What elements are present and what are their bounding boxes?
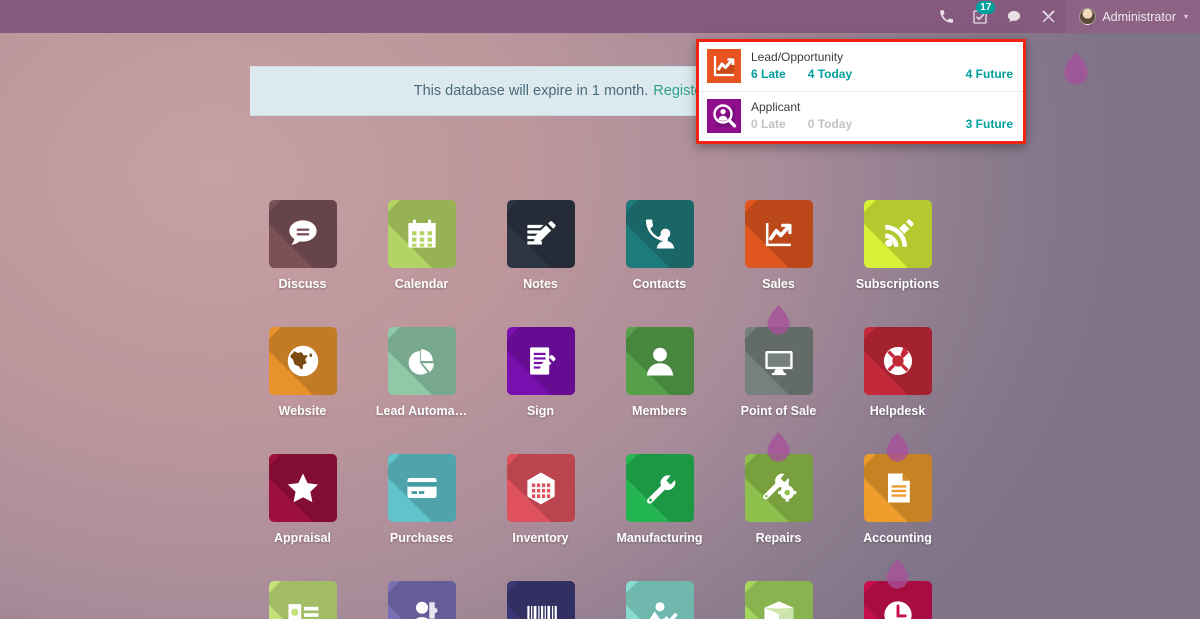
activity-dropdown-menu: Lead/Opportunity 6 Late 4 Today 4 Future…	[696, 39, 1026, 144]
activity-future-count[interactable]: 4 Future	[966, 67, 1013, 81]
app-label: Sales	[762, 277, 795, 291]
app-label: Contacts	[632, 277, 687, 291]
notes-icon	[506, 200, 575, 268]
user-menu[interactable]: Administrator ▾	[1065, 0, 1200, 33]
activities-badge: 17	[976, 1, 996, 14]
app-tile-website[interactable]: Website	[243, 327, 362, 454]
systray-icons: 17 Administrator ▾	[929, 0, 1200, 33]
activity-future-count[interactable]: 3 Future	[966, 117, 1013, 131]
expenses-icon	[268, 581, 337, 619]
app-tile-recruitment[interactable]	[362, 581, 481, 619]
activity-today-count[interactable]: 0 Today	[808, 117, 852, 131]
app-tile-notes[interactable]: Notes	[481, 200, 600, 327]
app-label: Website	[278, 404, 327, 418]
recruitment-icon	[387, 581, 456, 619]
lead-chart-icon	[707, 49, 741, 83]
background-drop-shape	[1064, 52, 1088, 85]
app-label: Accounting	[863, 531, 932, 545]
app-tile-appraisal[interactable]: Appraisal	[243, 454, 362, 581]
subscriptions-icon	[863, 200, 932, 268]
helpdesk-icon	[863, 327, 932, 395]
app-tile-sign[interactable]: Sign	[481, 327, 600, 454]
app-label: Members	[632, 404, 687, 418]
app-tile-members[interactable]: Members	[600, 327, 719, 454]
app-label: Discuss	[278, 277, 327, 291]
app-tile-timesheets[interactable]	[838, 559, 957, 619]
top-navbar: 17 Administrator ▾	[0, 0, 1200, 33]
app-label: Inventory	[512, 531, 569, 545]
app-label: Calendar	[394, 277, 449, 291]
app-tile-inventory[interactable]: Inventory	[481, 454, 600, 581]
purchases-icon	[387, 454, 456, 522]
app-tile-calendar[interactable]: Calendar	[362, 200, 481, 327]
app-tile-expenses[interactable]	[243, 581, 362, 619]
discuss-icon	[268, 200, 337, 268]
messages-icon[interactable]	[997, 0, 1031, 33]
inventory-icon	[506, 454, 575, 522]
app-label: Helpdesk	[869, 404, 926, 418]
activity-row-lead-opportunity[interactable]: Lead/Opportunity 6 Late 4 Today 4 Future	[699, 42, 1023, 92]
apps-tools-icon[interactable]	[1031, 0, 1065, 33]
app-launcher-grid: Discuss Calendar Notes Contacts Sales Subscri…	[0, 200, 1200, 619]
app-tile-contacts[interactable]: Contacts	[600, 200, 719, 327]
activity-title: Applicant	[751, 100, 801, 114]
barcode-icon	[506, 581, 575, 619]
activity-row-applicant[interactable]: Applicant 0 Late 0 Today 3 Future	[699, 92, 1023, 141]
app-tile-field-service[interactable]	[600, 581, 719, 619]
app-label: Subscriptions	[855, 277, 940, 291]
activity-counts: 0 Late 0 Today 3 Future	[751, 117, 1013, 131]
app-label: Point of Sale	[740, 404, 817, 418]
applicant-search-icon	[707, 99, 741, 133]
app-label: Repairs	[755, 531, 802, 545]
members-icon	[625, 327, 694, 395]
field-service-icon	[625, 581, 694, 619]
app-label: Lead Automa…	[375, 404, 468, 418]
app-label: Appraisal	[274, 531, 331, 545]
calendar-icon	[387, 200, 456, 268]
accounting-icon	[863, 454, 932, 522]
point-of-sale-icon	[744, 327, 813, 395]
website-icon	[268, 327, 337, 395]
banner-text: This database will expire in 1 month.	[413, 83, 649, 99]
app-label: Purchases	[389, 531, 454, 545]
activity-late-count[interactable]: 6 Late	[751, 67, 786, 81]
lead-automation-icon	[387, 327, 456, 395]
app-tile-repairs[interactable]: Repairs	[719, 432, 838, 581]
app-tile-discuss[interactable]: Discuss	[243, 200, 362, 327]
app-tile-subscriptions[interactable]: Subscriptions	[838, 200, 957, 327]
stock-icon	[744, 581, 813, 619]
activity-counts: 6 Late 4 Today 4 Future	[751, 67, 1013, 81]
repairs-icon	[744, 454, 813, 522]
activity-title: Lead/Opportunity	[751, 50, 844, 64]
user-name: Administrator	[1102, 9, 1176, 24]
activities-icon[interactable]: 17	[963, 0, 997, 33]
sales-icon	[744, 200, 813, 268]
sign-icon	[506, 327, 575, 395]
activity-late-count[interactable]: 0 Late	[751, 117, 786, 131]
app-tile-purchases[interactable]: Purchases	[362, 454, 481, 581]
app-label: Sign	[526, 404, 555, 418]
manufacturing-icon	[625, 454, 694, 522]
app-tile-lead-automa[interactable]: Lead Automa…	[362, 327, 481, 454]
app-label: Notes	[523, 277, 558, 291]
app-tile-manufacturing[interactable]: Manufacturing	[600, 454, 719, 581]
contacts-icon	[625, 200, 694, 268]
appraisal-icon	[268, 454, 337, 522]
app-label: Manufacturing	[616, 531, 703, 545]
phone-icon[interactable]	[929, 0, 963, 33]
app-tile-stock[interactable]	[719, 581, 838, 619]
app-tile-barcode[interactable]	[481, 581, 600, 619]
activity-today-count[interactable]: 4 Today	[808, 67, 852, 81]
chevron-down-icon: ▾	[1183, 12, 1188, 21]
avatar	[1079, 8, 1097, 25]
